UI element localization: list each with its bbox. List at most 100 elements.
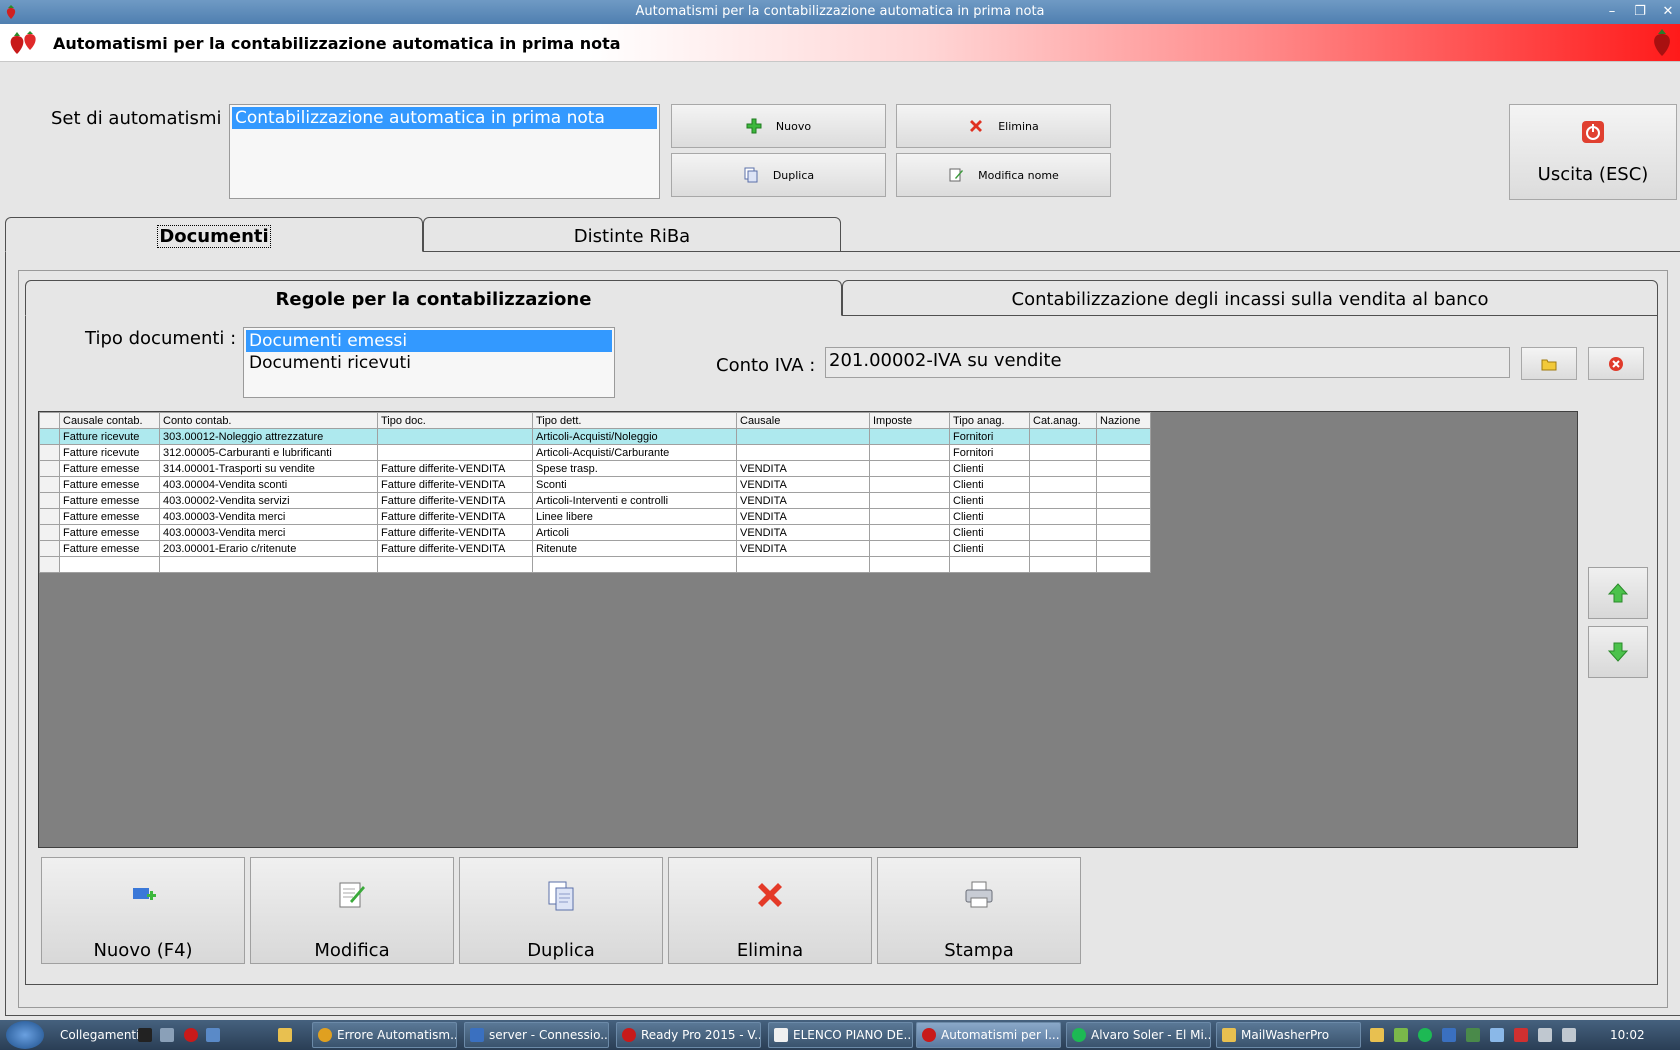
table-row[interactable]: Fatture emesse 203.00001-Erario c/ritenut… — [39, 540, 1151, 557]
table-cell[interactable] — [532, 556, 737, 573]
table-cell[interactable]: VENDITA — [736, 476, 870, 493]
table-cell[interactable] — [1096, 428, 1151, 445]
row-indicator[interactable] — [39, 492, 60, 509]
nuovo-f4-button[interactable]: Nuovo (F4) — [41, 857, 245, 964]
table-cell[interactable] — [1096, 556, 1151, 573]
table-cell[interactable] — [1029, 556, 1097, 573]
table-cell[interactable] — [869, 476, 950, 493]
table-cell[interactable] — [1096, 444, 1151, 461]
column-header[interactable]: Nazione — [1096, 412, 1151, 429]
elimina-set-button[interactable]: Elimina — [896, 104, 1111, 148]
table-cell[interactable]: Articoli-Interventi e controlli — [532, 492, 737, 509]
elimina-button[interactable]: Elimina — [668, 857, 872, 964]
row-indicator[interactable] — [39, 508, 60, 525]
table-cell[interactable] — [159, 556, 378, 573]
row-indicator[interactable] — [39, 460, 60, 477]
set-list-item[interactable]: Contabilizzazione automatica in prima no… — [232, 107, 657, 129]
stampa-button[interactable]: Stampa — [877, 857, 1081, 964]
volume-icon[interactable] — [1562, 1028, 1576, 1042]
tray-icon[interactable] — [1394, 1028, 1408, 1042]
table-cell[interactable] — [869, 524, 950, 541]
network-icon[interactable] — [1538, 1028, 1552, 1042]
table-cell[interactable]: Clienti — [949, 524, 1030, 541]
table-cell[interactable] — [869, 508, 950, 525]
table-cell[interactable] — [1096, 476, 1151, 493]
tray-icon[interactable] — [1442, 1028, 1456, 1042]
duplica-set-button[interactable]: Duplica — [671, 153, 886, 197]
quicklaunch-icon[interactable] — [206, 1028, 220, 1042]
column-header[interactable]: Cat.anag. — [1029, 412, 1097, 429]
table-cell[interactable] — [377, 556, 533, 573]
rules-grid[interactable]: Causale contab. Conto contab. Tipo doc. … — [38, 411, 1578, 848]
move-up-button[interactable] — [1588, 567, 1648, 619]
uscita-button[interactable]: Uscita (ESC) — [1509, 104, 1677, 200]
table-row[interactable]: Fatture emesse 403.00003-Vendita merci Fat… — [39, 524, 1151, 541]
table-cell[interactable] — [1096, 508, 1151, 525]
folder-taskbar-icon[interactable] — [278, 1028, 292, 1042]
table-row[interactable]: Fatture emesse 403.00004-Vendita sconti Fa… — [39, 476, 1151, 493]
taskbar-button[interactable]: Ready Pro 2015 - V... — [616, 1022, 761, 1048]
table-cell[interactable] — [377, 444, 533, 461]
table-cell[interactable]: Fatture ricevute — [59, 444, 160, 461]
conto-iva-browse-button[interactable] — [1521, 347, 1577, 380]
table-cell[interactable]: Clienti — [949, 540, 1030, 557]
table-cell[interactable]: 403.00002-Vendita servizi — [159, 492, 378, 509]
table-cell[interactable]: Fornitori — [949, 444, 1030, 461]
table-cell[interactable] — [1029, 460, 1097, 477]
table-cell[interactable]: 303.00012-Noleggio attrezzature — [159, 428, 378, 445]
taskbar-button-active[interactable]: Automatismi per l... — [916, 1022, 1061, 1048]
table-cell[interactable]: VENDITA — [736, 460, 870, 477]
table-cell[interactable]: Articoli-Acquisti/Noleggio — [532, 428, 737, 445]
table-cell[interactable] — [949, 556, 1030, 573]
table-cell[interactable] — [377, 428, 533, 445]
tab-documenti[interactable]: Documenti — [5, 217, 423, 252]
table-cell[interactable] — [1029, 428, 1097, 445]
tab-distinte-riba[interactable]: Distinte RiBa — [423, 217, 841, 252]
table-cell[interactable] — [1029, 540, 1097, 557]
table-cell[interactable] — [1096, 492, 1151, 509]
tray-icon[interactable] — [1370, 1028, 1384, 1042]
table-cell[interactable] — [1029, 508, 1097, 525]
tipo-documenti-item[interactable]: Documenti ricevuti — [246, 352, 612, 374]
row-indicator[interactable] — [39, 540, 60, 557]
taskbar-button[interactable]: MailWasherPro — [1216, 1022, 1361, 1048]
row-indicator[interactable] — [39, 476, 60, 493]
table-cell[interactable]: Fornitori — [949, 428, 1030, 445]
row-indicator[interactable] — [39, 556, 60, 573]
taskbar-button[interactable]: Errore Automatism... — [312, 1022, 457, 1048]
table-cell[interactable] — [736, 556, 870, 573]
modifica-nome-button[interactable]: Modifica nome — [896, 153, 1111, 197]
table-cell[interactable]: VENDITA — [736, 524, 870, 541]
table-cell[interactable]: Spese trasp. — [532, 460, 737, 477]
table-row[interactable]: Fatture ricevute 312.00005-Carburanti e l… — [39, 444, 1151, 461]
table-cell[interactable]: Fatture emesse — [59, 476, 160, 493]
restore-icon[interactable]: ❐ — [1628, 3, 1652, 21]
table-cell[interactable]: Clienti — [949, 492, 1030, 509]
table-cell[interactable]: Fatture differite-VENDITA — [377, 508, 533, 525]
table-cell[interactable]: VENDITA — [736, 508, 870, 525]
table-cell[interactable]: Articoli — [532, 524, 737, 541]
table-cell[interactable]: 403.00003-Vendita merci — [159, 508, 378, 525]
taskbar-button[interactable]: Alvaro Soler - El Mi... — [1066, 1022, 1211, 1048]
minimize-icon[interactable]: – — [1600, 3, 1624, 21]
table-cell[interactable] — [869, 460, 950, 477]
tray-icon[interactable] — [1514, 1028, 1528, 1042]
table-cell[interactable] — [1029, 524, 1097, 541]
column-header[interactable]: Tipo anag. — [949, 412, 1030, 429]
tray-icon[interactable] — [1466, 1028, 1480, 1042]
table-cell[interactable]: Fatture emesse — [59, 508, 160, 525]
table-cell[interactable] — [869, 540, 950, 557]
column-header[interactable]: Tipo doc. — [377, 412, 533, 429]
tab-regole[interactable]: Regole per la contabilizzazione — [25, 280, 842, 316]
table-cell[interactable]: Fatture differite-VENDITA — [377, 540, 533, 557]
table-row[interactable] — [39, 556, 1151, 573]
table-cell[interactable]: Fatture differite-VENDITA — [377, 492, 533, 509]
table-cell[interactable]: Fatture differite-VENDITA — [377, 476, 533, 493]
quicklaunch-icon[interactable] — [138, 1028, 152, 1042]
nuovo-set-button[interactable]: Nuovo — [671, 104, 886, 148]
table-cell[interactable] — [1096, 540, 1151, 557]
column-header[interactable]: Causale — [736, 412, 870, 429]
column-header[interactable]: Conto contab. — [159, 412, 378, 429]
tab-incassi-banco[interactable]: Contabilizzazione degli incassi sulla ve… — [842, 280, 1658, 316]
tray-icon[interactable] — [1490, 1028, 1504, 1042]
